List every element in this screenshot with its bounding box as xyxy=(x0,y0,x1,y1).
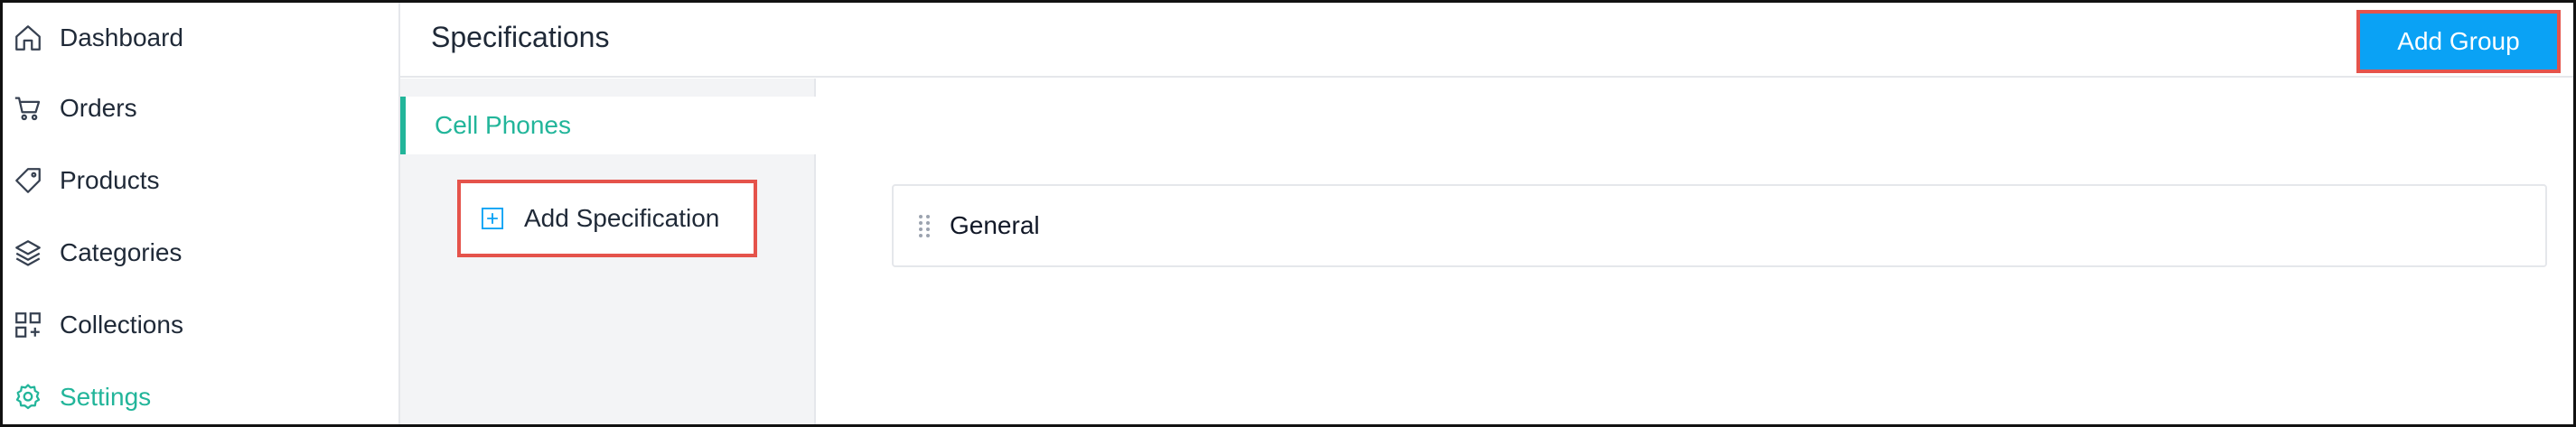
category-item-label: Cell Phones xyxy=(435,111,571,139)
spec-group-row[interactable]: General xyxy=(892,184,2547,267)
spec-group-label: General xyxy=(950,211,1040,239)
grid-plus-icon xyxy=(12,309,44,341)
sidebar-item-settings[interactable]: Settings xyxy=(3,370,400,424)
sidebar-item-label: Categories xyxy=(60,238,183,266)
tag-icon xyxy=(12,164,44,197)
sidebar-item-label: Orders xyxy=(60,94,137,122)
cart-icon xyxy=(12,92,44,125)
home-icon xyxy=(12,22,44,54)
category-panel: Cell Phones Add Specification xyxy=(400,79,816,424)
plus-square-icon xyxy=(479,205,506,232)
sidebar-item-categories[interactable]: Categories xyxy=(3,226,400,280)
gear-icon xyxy=(12,381,44,413)
sidebar-item-collections[interactable]: Collections xyxy=(3,298,400,352)
add-specification-button[interactable]: Add Specification xyxy=(457,180,757,257)
sidebar-item-label: Dashboard xyxy=(60,23,183,51)
sidebar-item-label: Collections xyxy=(60,311,183,339)
layers-icon xyxy=(12,237,44,269)
page-header: Specifications Add Group xyxy=(400,3,2573,78)
sidebar-item-products[interactable]: Products xyxy=(3,153,400,208)
add-specification-label: Add Specification xyxy=(524,204,720,232)
sidebar-item-label: Settings xyxy=(60,383,152,411)
category-item-cell-phones[interactable]: Cell Phones xyxy=(400,97,816,154)
add-group-button[interactable]: Add Group xyxy=(2356,10,2561,73)
drag-handle-icon[interactable] xyxy=(913,212,935,239)
sidebar-item-dashboard[interactable]: Dashboard xyxy=(3,11,400,65)
sidebar: Dashboard Orders Products Categories Col… xyxy=(3,3,400,424)
sidebar-item-label: Products xyxy=(60,166,160,194)
main-content: General xyxy=(818,79,2573,424)
page-title: Specifications xyxy=(431,21,610,53)
sidebar-item-orders[interactable]: Orders xyxy=(3,81,400,135)
